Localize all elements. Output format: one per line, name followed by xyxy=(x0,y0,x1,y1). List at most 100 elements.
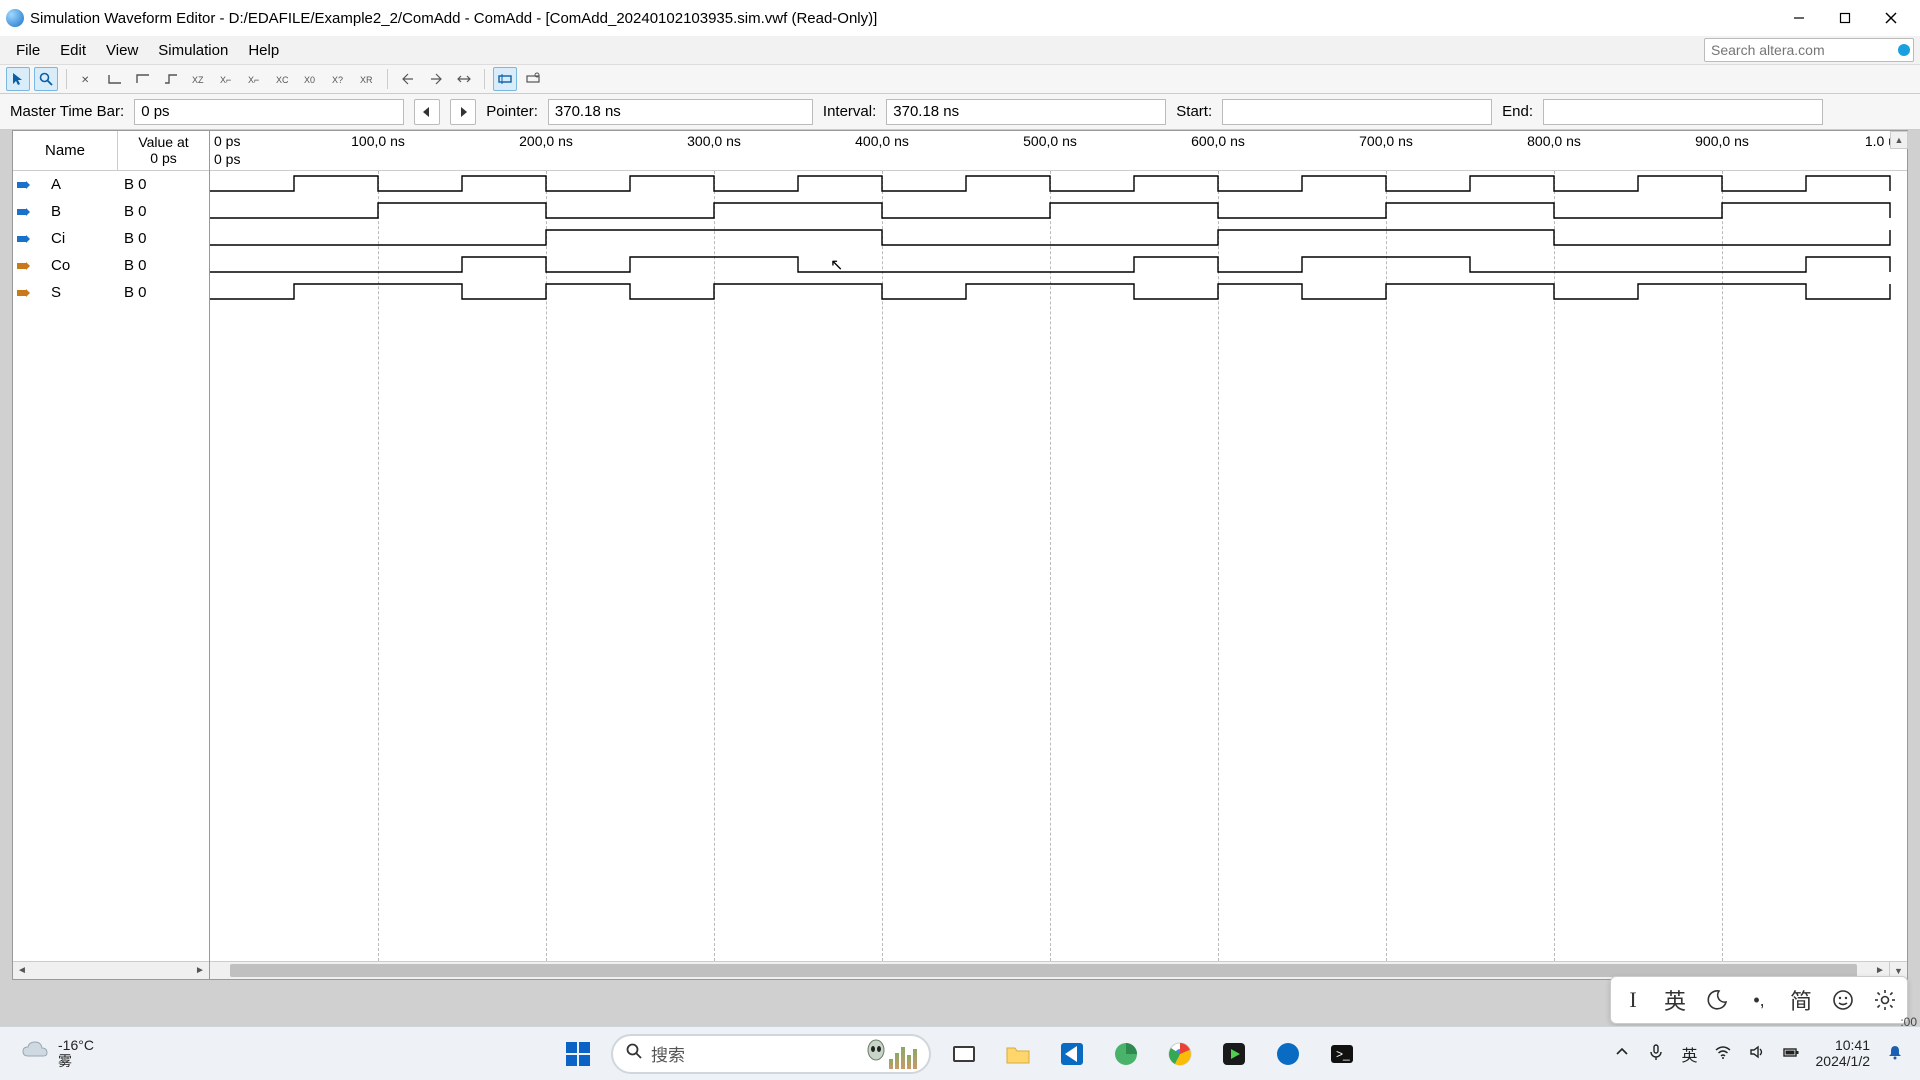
tray-volume-icon[interactable] xyxy=(1748,1043,1766,1064)
start-button[interactable] xyxy=(557,1033,599,1075)
ruler-origin-top: 0 ps xyxy=(214,133,240,149)
tray-clock[interactable]: 10:41 2024/1/2 xyxy=(1816,1038,1871,1069)
force-weak-low-button[interactable]: X⌐ xyxy=(215,67,239,91)
force-random-button[interactable]: XR xyxy=(355,67,379,91)
edge-icon[interactable] xyxy=(1105,1033,1147,1075)
altera-search-input[interactable] xyxy=(1704,38,1914,62)
tray-lang[interactable]: 英 xyxy=(1681,1042,1697,1066)
force-count-button[interactable]: XC xyxy=(271,67,295,91)
force-high-button[interactable] xyxy=(131,67,155,91)
ime-lang-toggle[interactable]: 英 xyxy=(1661,984,1689,1016)
ime-punct-icon[interactable]: •, xyxy=(1745,990,1773,1011)
master-time-input[interactable] xyxy=(134,99,404,125)
signal-value: B 0 xyxy=(118,284,209,301)
chrome-icon[interactable] xyxy=(1159,1033,1201,1075)
tray-time: 10:41 xyxy=(1835,1038,1870,1053)
signal-name: Co xyxy=(33,257,118,274)
run-timing-sim-button[interactable] xyxy=(521,67,545,91)
close-button[interactable] xyxy=(1868,0,1914,36)
master-time-label: Master Time Bar: xyxy=(10,103,124,120)
ruler-tick-label: 700,0 ns xyxy=(1359,133,1413,149)
ime-simplified-toggle[interactable]: 简 xyxy=(1787,984,1815,1016)
menu-simulation[interactable]: Simulation xyxy=(148,40,238,61)
signal-list-hscrollbar[interactable]: ◄ ► xyxy=(13,961,209,979)
signal-row[interactable]: BB 0 xyxy=(13,198,209,225)
pointer-tool-button[interactable] xyxy=(6,67,30,91)
snap-left-button[interactable] xyxy=(396,67,420,91)
ime-floating-bar[interactable]: I 英 •, 简 :00 xyxy=(1610,976,1908,1024)
search-icon xyxy=(625,1042,643,1065)
hscroll-thumb[interactable] xyxy=(230,964,1857,977)
ime-moon-icon[interactable] xyxy=(1703,988,1731,1012)
column-value-header[interactable]: Value at 0 ps xyxy=(118,131,209,170)
weather-temp: -16°C xyxy=(58,1038,94,1053)
force-dc-button[interactable]: X? xyxy=(327,67,351,91)
media-player-icon[interactable] xyxy=(1213,1033,1255,1075)
interval-input[interactable] xyxy=(886,99,1166,125)
snap-grid-button[interactable] xyxy=(452,67,476,91)
tray-wifi-icon[interactable] xyxy=(1714,1043,1732,1064)
snap-right-button[interactable] xyxy=(424,67,448,91)
menu-help[interactable]: Help xyxy=(238,40,289,61)
titlebar: Simulation Waveform Editor - D:/EDAFILE/… xyxy=(0,0,1920,36)
vscode-icon[interactable] xyxy=(1051,1033,1093,1075)
waveform-canvas[interactable]: ↖ xyxy=(210,171,1907,961)
terminal-icon[interactable]: >_ xyxy=(1321,1033,1363,1075)
signal-row[interactable]: CiB 0 xyxy=(13,225,209,252)
signal-row[interactable]: AB 0 xyxy=(13,171,209,198)
infobar: Master Time Bar: Pointer: Interval: Star… xyxy=(0,94,1920,130)
signal-row[interactable]: CoB 0 xyxy=(13,252,209,279)
scroll-left-icon[interactable]: ◄ xyxy=(13,962,31,979)
menu-file[interactable]: File xyxy=(6,40,50,61)
end-input[interactable] xyxy=(1543,99,1823,125)
value-header-top: Value at xyxy=(138,135,188,150)
ruler-tick-label: 300,0 ns xyxy=(687,133,741,149)
weather-cond: 雾 xyxy=(58,1054,94,1069)
column-name-header[interactable]: Name xyxy=(13,131,118,170)
ime-cursor-icon[interactable]: I xyxy=(1619,987,1647,1013)
weather-cloud-icon xyxy=(20,1036,50,1071)
run-functional-sim-button[interactable] xyxy=(493,67,517,91)
signal-value: B 0 xyxy=(118,230,209,247)
signal-name: S xyxy=(33,284,118,301)
time-ruler[interactable]: 0 ps 0 ps 1.0 us ▲ 100,0 ns200,0 ns300,0… xyxy=(210,131,1907,171)
pointer-label: Pointer: xyxy=(486,103,538,120)
file-explorer-button[interactable] xyxy=(997,1033,1039,1075)
signal-rows: AB 0BB 0CiB 0CoB 0SB 0 xyxy=(13,171,209,961)
force-invert-button[interactable] xyxy=(159,67,183,91)
signal-row[interactable]: SB 0 xyxy=(13,279,209,306)
taskbar-search[interactable]: 搜索 xyxy=(611,1034,931,1074)
tray-mic-icon[interactable] xyxy=(1647,1043,1665,1064)
wave-vscroll-up[interactable]: ▲ xyxy=(1890,131,1908,149)
altera-search[interactable] xyxy=(1704,38,1914,62)
force-weak-high-button[interactable]: X⌐ xyxy=(243,67,267,91)
taskbar-weather[interactable]: -16°C 雾 xyxy=(20,1036,300,1071)
force-clock-button[interactable]: X0 xyxy=(299,67,323,91)
tray-chevron-up-icon[interactable] xyxy=(1613,1043,1631,1064)
search-go-icon[interactable] xyxy=(1898,44,1910,56)
ime-settings-icon[interactable] xyxy=(1871,988,1899,1012)
tray-notifications-icon[interactable] xyxy=(1886,1043,1904,1064)
signal-name: A xyxy=(33,176,118,193)
tray-battery-icon[interactable] xyxy=(1782,1043,1800,1064)
taskview-button[interactable] xyxy=(943,1033,985,1075)
waveform-trace xyxy=(210,171,1892,306)
scroll-right-icon[interactable]: ► xyxy=(191,962,209,979)
quartus-icon[interactable] xyxy=(1267,1033,1309,1075)
ime-emoji-icon[interactable] xyxy=(1829,988,1857,1012)
signal-dir-icon xyxy=(13,178,33,192)
maximize-button[interactable] xyxy=(1822,0,1868,36)
start-input[interactable] xyxy=(1222,99,1492,125)
force-low-button[interactable] xyxy=(103,67,127,91)
signal-list-header: Name Value at 0 ps xyxy=(13,131,209,171)
zoom-tool-button[interactable] xyxy=(34,67,58,91)
force-unknown-button[interactable]: ✕ xyxy=(75,67,99,91)
signal-value: B 0 xyxy=(118,203,209,220)
pointer-input[interactable] xyxy=(548,99,813,125)
menu-edit[interactable]: Edit xyxy=(50,40,96,61)
minimize-button[interactable] xyxy=(1776,0,1822,36)
menu-view[interactable]: View xyxy=(96,40,148,61)
force-z-button[interactable]: XZ xyxy=(187,67,211,91)
master-time-prev-button[interactable] xyxy=(414,99,440,125)
master-time-next-button[interactable] xyxy=(450,99,476,125)
